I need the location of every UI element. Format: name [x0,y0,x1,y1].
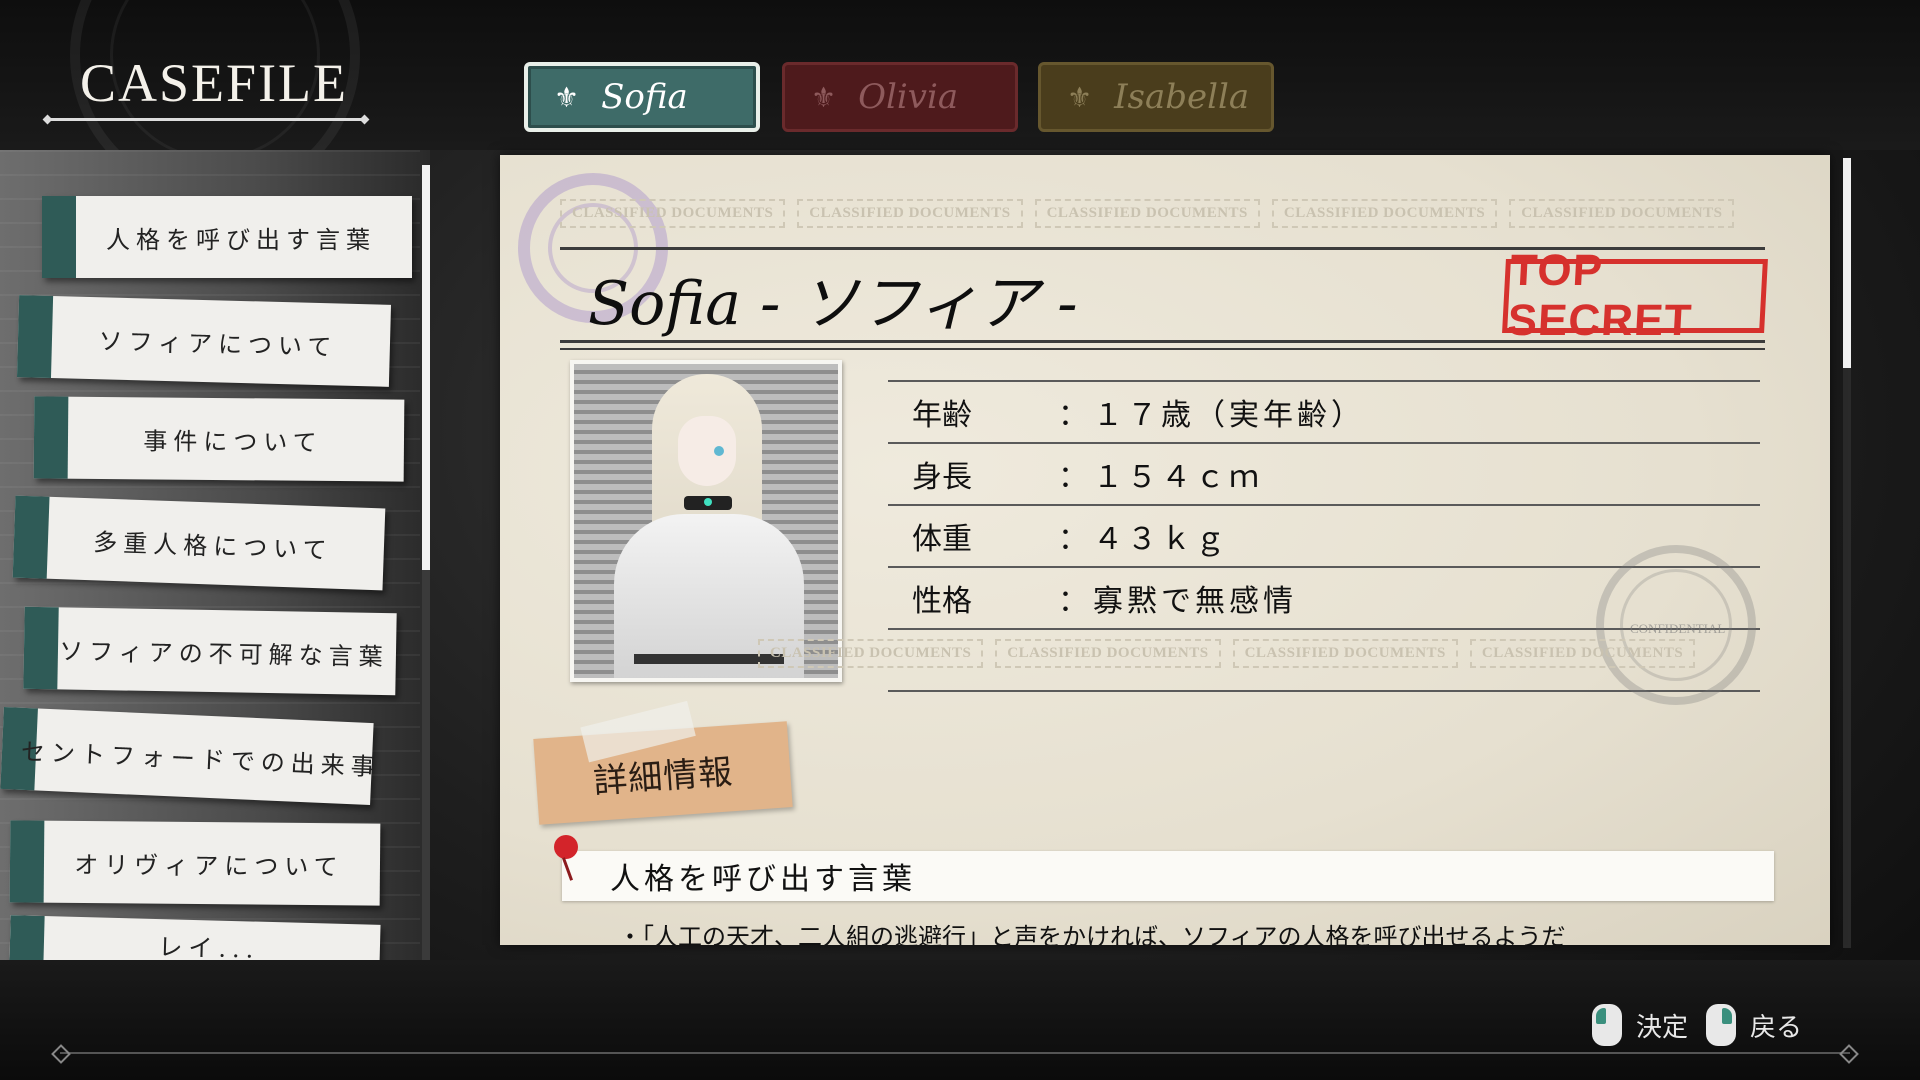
profile-value: １５４ｃｍ [1093,460,1263,495]
sidebar-item[interactable]: 多重人格について [12,495,386,591]
sidebar-item-label: ソフィアについて [98,326,338,361]
profile-value: ４３ｋｇ [1093,522,1229,557]
sidebar-item[interactable]: 事件について [33,396,405,482]
top-secret-stamp: TOP SECRET [1502,246,1768,345]
profile-key: 年齢 [912,398,972,433]
details-tag: 詳細情報 [533,721,793,825]
classified-label: CLASSIFIED DOCUMENTS [1034,199,1260,228]
footer-rule [60,1052,1850,1054]
section-title: 人格を呼び出す言葉 [610,862,916,897]
classified-label: CLASSIFIED DOCUMENTS [1271,199,1498,228]
page-title: CASEFILE [80,53,349,113]
sidebar-item-label: ソフィアの不可解な言葉 [58,636,389,671]
character-portrait [570,360,842,682]
tab-label: Sofia [601,77,688,117]
character-name: Sofia - ソフィア - [588,269,1078,339]
profile-key: 身長 [912,460,972,495]
classified-label: CLASSIFIED DOCUMENTS [560,199,786,228]
profile-row: 身長 ： １５４ｃｍ [888,442,1760,504]
profile-value: １７歳（実年齢） [1093,398,1365,433]
document-scrollbar[interactable] [1843,158,1851,368]
sidebar-item-label: セントフォードでの出来事 [20,737,382,781]
mouse-left-click-icon [1592,1004,1622,1046]
confirm-hint[interactable]: 決定 [1592,1004,1688,1046]
tab-olivia[interactable]: ⚜ Olivia [782,62,1018,132]
tab-label: Isabella [1114,77,1250,117]
sidebar-item-label: オリヴィアについて [74,850,344,881]
section-header: 人格を呼び出す言葉 [562,851,1774,901]
profile-key: 体重 [912,522,972,557]
sidebar-item-label: 事件について [143,426,323,457]
sidebar-item-label: 多重人格について [92,527,333,565]
confidential-label: CONFIDENTIAL [1630,621,1726,636]
classified-banner-top: CLASSIFIED DOCUMENTS CLASSIFIED DOCUMENT… [560,199,1735,228]
classified-label: CLASSIFIED DOCUMENTS [1232,639,1458,668]
classified-label: CLASSIFIED DOCUMENTS [797,199,1023,228]
profile-value: 寡黙で無感情 [1093,584,1297,619]
classified-banner-middle: CLASSIFIED DOCUMENTS CLASSIFIED DOCUMENT… [758,639,1696,668]
fleur-icon: ⚜ [811,80,837,114]
confirm-label: 決定 [1636,1012,1689,1043]
mouse-right-click-icon [1706,1004,1736,1046]
sidebar-item[interactable]: ソフィアについて [16,295,392,387]
sidebar-item[interactable]: オリヴィアについて [9,820,381,906]
profile-separator: ： [1058,584,1088,619]
classified-label: CLASSIFIED DOCUMENTS [995,639,1221,668]
pushpin-icon [554,835,578,859]
details-label: 詳細情報 [592,751,735,802]
detail-bullet: ・「人工の天才、二人組の逃避行」と声をかければ、ソフィアの人格を呼び出せるようだ [618,923,1566,945]
profile-row: 体重 ： ４３ｋｇ [888,504,1760,566]
classified-label: CLASSIFIED DOCUMENTS [758,639,984,668]
tab-sofia[interactable]: ⚜ Sofia [524,62,760,132]
sidebar-item[interactable]: 人格を呼び出す言葉 [42,196,412,278]
sidebar-item[interactable]: セントフォードでの出来事 [0,706,381,806]
tab-label: Olivia [858,77,959,117]
profile-separator: ： [1058,460,1088,495]
mugshot-image [574,364,838,678]
sidebar-item[interactable]: ソフィアの不可解な言葉 [23,606,397,696]
profile-key: 性格 [912,584,972,619]
classified-label: CLASSIFIED DOCUMENTS [1509,199,1735,228]
confidential-stamp: CONFIDENTIAL [1596,545,1756,705]
sidebar-item-label: 人格を呼び出す言葉 [106,225,376,254]
classified-label: CLASSIFIED DOCUMENTS [1469,639,1696,668]
fleur-icon: ⚜ [554,80,580,114]
tab-isabella[interactable]: ⚜ Isabella [1038,62,1274,132]
title-underline [48,118,364,121]
profile-row: 年齢 ： １７歳（実年齢） [888,380,1760,442]
back-hint[interactable]: 戻る [1706,1004,1802,1046]
character-document: CLASSIFIED DOCUMENTS CLASSIFIED DOCUMENT… [500,155,1830,945]
back-label: 戻る [1750,1012,1803,1043]
fleur-icon: ⚜ [1067,80,1093,114]
name-rule-thin [560,348,1765,350]
sidebar-scrollbar[interactable] [422,165,430,570]
profile-separator: ： [1058,398,1088,433]
name-rule [560,340,1765,343]
profile-separator: ： [1058,522,1088,557]
